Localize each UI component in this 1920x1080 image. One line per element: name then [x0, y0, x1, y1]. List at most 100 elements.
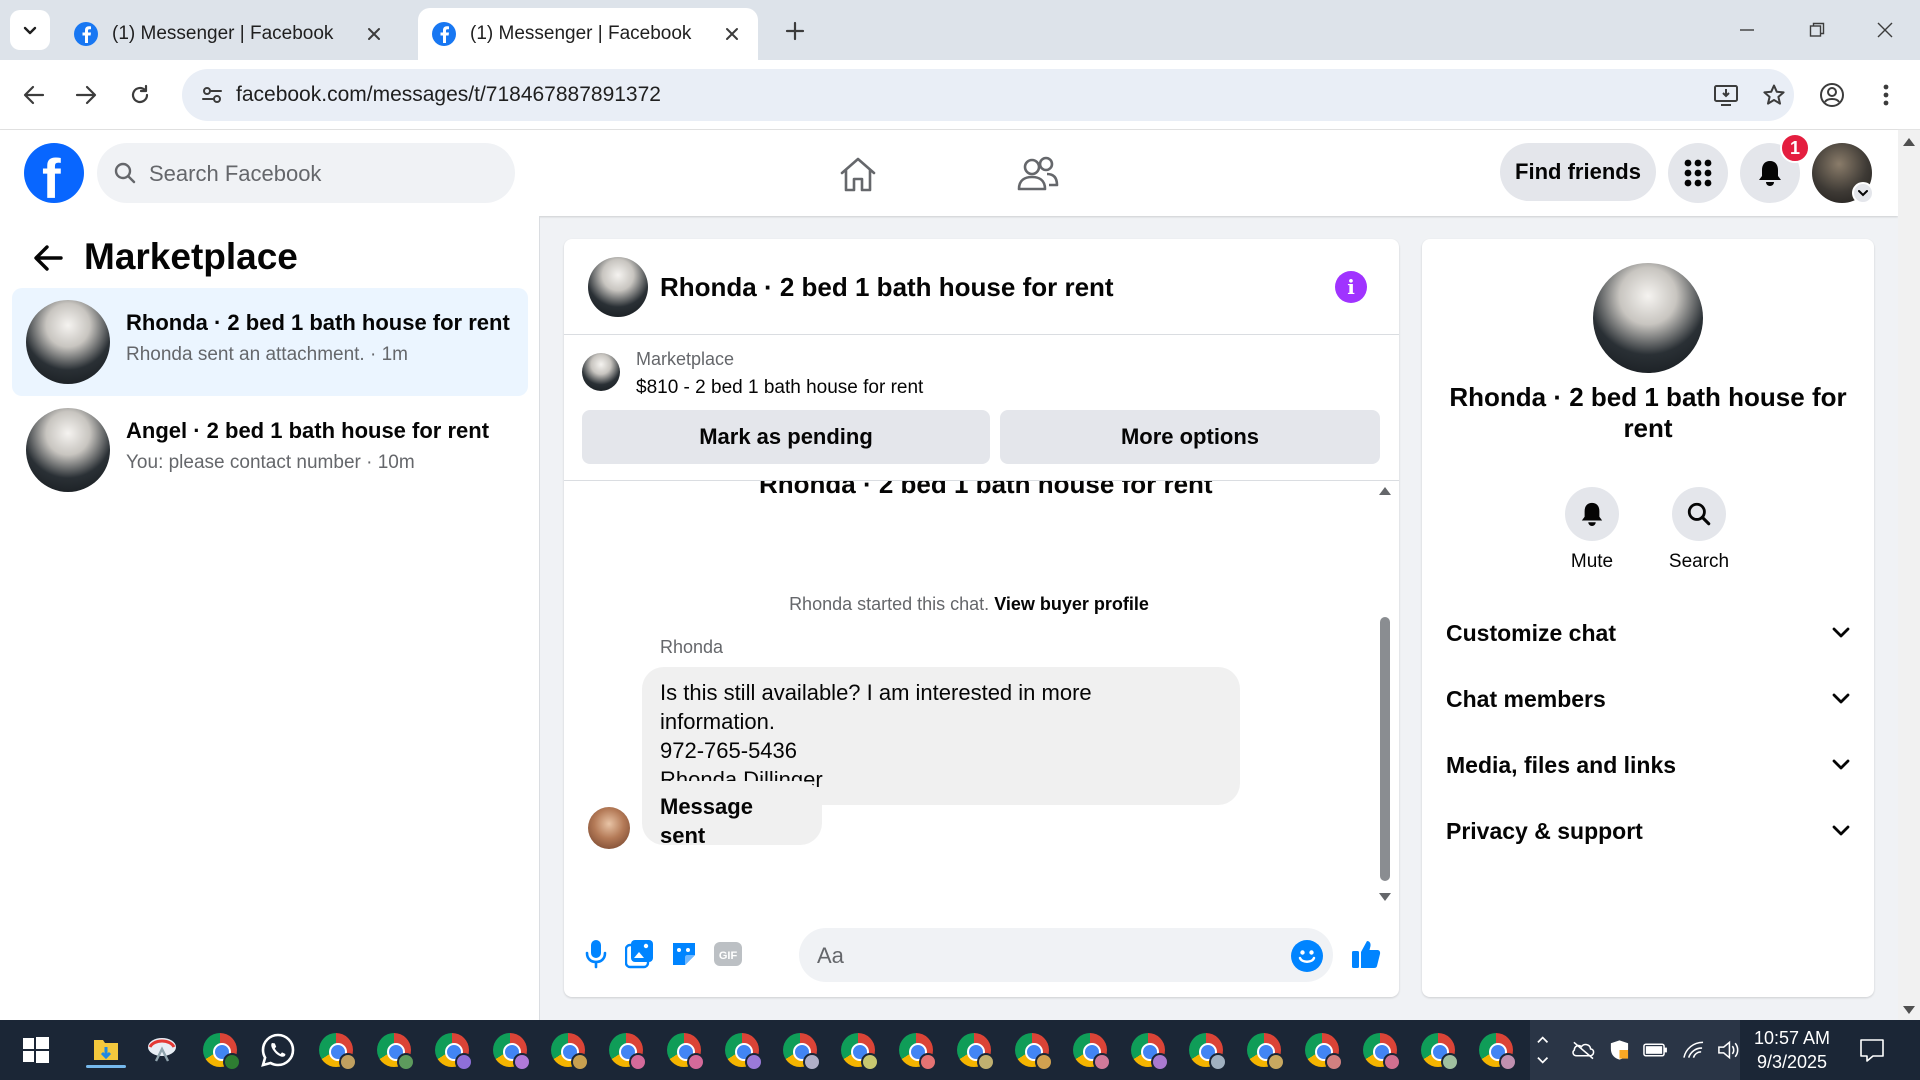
chrome-profile-icon[interactable]	[1476, 1030, 1517, 1071]
scroll-thumb[interactable]	[1380, 617, 1390, 881]
chrome-profile-icon[interactable]	[896, 1030, 937, 1071]
page-scrollbar[interactable]	[1898, 130, 1920, 1020]
thumbs-up-like-icon[interactable]	[1347, 935, 1385, 973]
search-placeholder: Search Facebook	[149, 161, 322, 186]
arrow-left-icon	[23, 85, 45, 105]
chrome-profile-icon[interactable]	[432, 1030, 473, 1071]
mute-button[interactable]: Mute	[1547, 487, 1637, 573]
view-buyer-profile-link[interactable]: View buyer profile	[994, 594, 1149, 614]
sender-avatar[interactable]	[588, 807, 630, 849]
search-in-chat-button[interactable]: Search	[1654, 487, 1744, 573]
photo-gallery-icon[interactable]	[621, 935, 659, 973]
privacy-support-section[interactable]: Privacy & support	[1446, 811, 1850, 851]
cloud-offline-icon[interactable]	[1571, 1040, 1596, 1060]
browser-tab-1[interactable]: (1) Messenger | Facebook	[60, 8, 400, 60]
new-tab-button[interactable]	[778, 14, 812, 48]
profile-account-icon[interactable]	[1812, 75, 1852, 115]
back-to-chats-button[interactable]	[28, 238, 68, 278]
file-explorer-icon[interactable]	[86, 1030, 126, 1070]
close-icon	[1877, 22, 1893, 38]
close-tab-icon[interactable]	[720, 22, 744, 46]
tab-title: (1) Messenger | Facebook	[112, 23, 334, 44]
wifi-icon[interactable]	[1682, 1040, 1705, 1060]
chrome-profile-icon[interactable]	[374, 1030, 415, 1071]
whatsapp-icon[interactable]	[258, 1030, 298, 1070]
browser-tab-2[interactable]: (1) Messenger | Facebook	[418, 8, 758, 60]
microphone-icon[interactable]	[577, 935, 615, 973]
conversation-item-angel[interactable]: Angel · 2 bed 1 bath house for rent You:…	[12, 396, 528, 504]
battery-icon[interactable]	[1643, 1042, 1668, 1058]
chevron-up-icon[interactable]	[1536, 1030, 1549, 1070]
home-icon	[840, 157, 876, 192]
bookmark-star-icon[interactable]	[1756, 77, 1792, 113]
info-icon[interactable]: i	[1335, 271, 1367, 303]
chrome-profile-icon[interactable]	[1302, 1030, 1343, 1071]
sticker-icon[interactable]	[665, 935, 703, 973]
chrome-profile-icon[interactable]	[722, 1030, 763, 1071]
chat-avatar[interactable]	[588, 257, 648, 317]
site-info-icon[interactable]	[194, 77, 230, 113]
home-nav-button[interactable]	[834, 150, 882, 198]
chevron-down-icon	[1832, 693, 1850, 704]
find-friends-button[interactable]: Find friends	[1500, 143, 1656, 201]
gif-icon[interactable]: GIF	[709, 935, 747, 973]
listing-thumbnail[interactable]	[582, 353, 620, 391]
volume-icon[interactable]	[1717, 1039, 1740, 1061]
mark-as-pending-button[interactable]: Mark as pending	[582, 410, 990, 464]
chrome-profile-icon[interactable]	[1012, 1030, 1053, 1071]
facebook-logo-icon[interactable]: f	[24, 143, 84, 209]
back-button[interactable]	[14, 75, 54, 115]
close-window-button[interactable]	[1862, 10, 1908, 50]
customize-chat-section[interactable]: Customize chat	[1446, 613, 1850, 653]
chrome-profile-icon[interactable]	[1418, 1030, 1459, 1071]
message-bubble[interactable]: Message sent	[642, 781, 822, 848]
media-files-links-section[interactable]: Media, files and links	[1446, 745, 1850, 785]
forward-button[interactable]	[66, 75, 106, 115]
windows-start-icon[interactable]	[16, 1030, 56, 1070]
more-options-button[interactable]: More options	[1000, 410, 1380, 464]
reload-button[interactable]	[120, 75, 160, 115]
chrome-profile-icon[interactable]	[1360, 1030, 1401, 1071]
thread-scrollbar[interactable]	[1374, 481, 1394, 911]
chrome-profile-icon[interactable]	[954, 1030, 995, 1071]
taskbar-clock[interactable]: 10:57 AM 9/3/2025	[1746, 1026, 1838, 1074]
snipping-tool-icon[interactable]	[142, 1030, 182, 1070]
conversation-item-rhonda[interactable]: Rhonda · 2 bed 1 bath house for rent Rho…	[12, 288, 528, 396]
chrome-profile-icon[interactable]	[664, 1030, 705, 1071]
chrome-profile-icon[interactable]	[1128, 1030, 1169, 1071]
chrome-profile-icon[interactable]	[490, 1030, 531, 1071]
chevron-down-icon	[1832, 825, 1850, 836]
chrome-profile-icon[interactable]	[1186, 1030, 1227, 1071]
friends-icon	[1017, 156, 1059, 191]
chrome-profile-icon[interactable]	[606, 1030, 647, 1071]
message-composer: GIF Aa	[564, 911, 1399, 997]
chrome-profile-icon[interactable]	[838, 1030, 879, 1071]
system-tray	[1530, 1020, 1740, 1080]
close-tab-icon[interactable]	[362, 22, 386, 46]
chrome-profile-icon[interactable]	[1070, 1030, 1111, 1071]
restore-button[interactable]	[1794, 10, 1840, 50]
emoji-icon[interactable]	[1291, 940, 1323, 972]
message-input[interactable]: Aa	[799, 928, 1333, 982]
section-label: Media, files and links	[1446, 751, 1677, 778]
friends-nav-button[interactable]	[1014, 150, 1062, 198]
chrome-profile-icon[interactable]	[316, 1030, 357, 1071]
chrome-profile-icon[interactable]	[1244, 1030, 1285, 1071]
chrome-profile-icon[interactable]	[548, 1030, 589, 1071]
listing-price-title[interactable]: $810 - 2 bed 1 bath house for rent	[636, 377, 923, 399]
install-app-icon[interactable]	[1708, 77, 1744, 113]
chrome-profile-icon[interactable]	[780, 1030, 821, 1071]
facebook-search-input[interactable]: Search Facebook	[97, 143, 515, 203]
notification-center-icon[interactable]	[1852, 1030, 1892, 1070]
chat-members-section[interactable]: Chat members	[1446, 679, 1850, 719]
address-bar[interactable]: facebook.com/messages/t/718467887891372	[182, 69, 1794, 121]
security-shield-icon[interactable]	[1608, 1038, 1631, 1062]
menu-button[interactable]	[1668, 143, 1728, 203]
chrome-profile-icon[interactable]	[200, 1030, 241, 1071]
tab-search-button[interactable]	[10, 10, 50, 50]
minimize-button[interactable]	[1724, 10, 1770, 50]
browser-menu-icon[interactable]	[1866, 75, 1906, 115]
chat-title[interactable]: Rhonda · 2 bed 1 bath house for rent	[660, 272, 1114, 303]
account-chevron-icon[interactable]	[1852, 182, 1874, 204]
contact-avatar[interactable]	[1593, 263, 1703, 373]
